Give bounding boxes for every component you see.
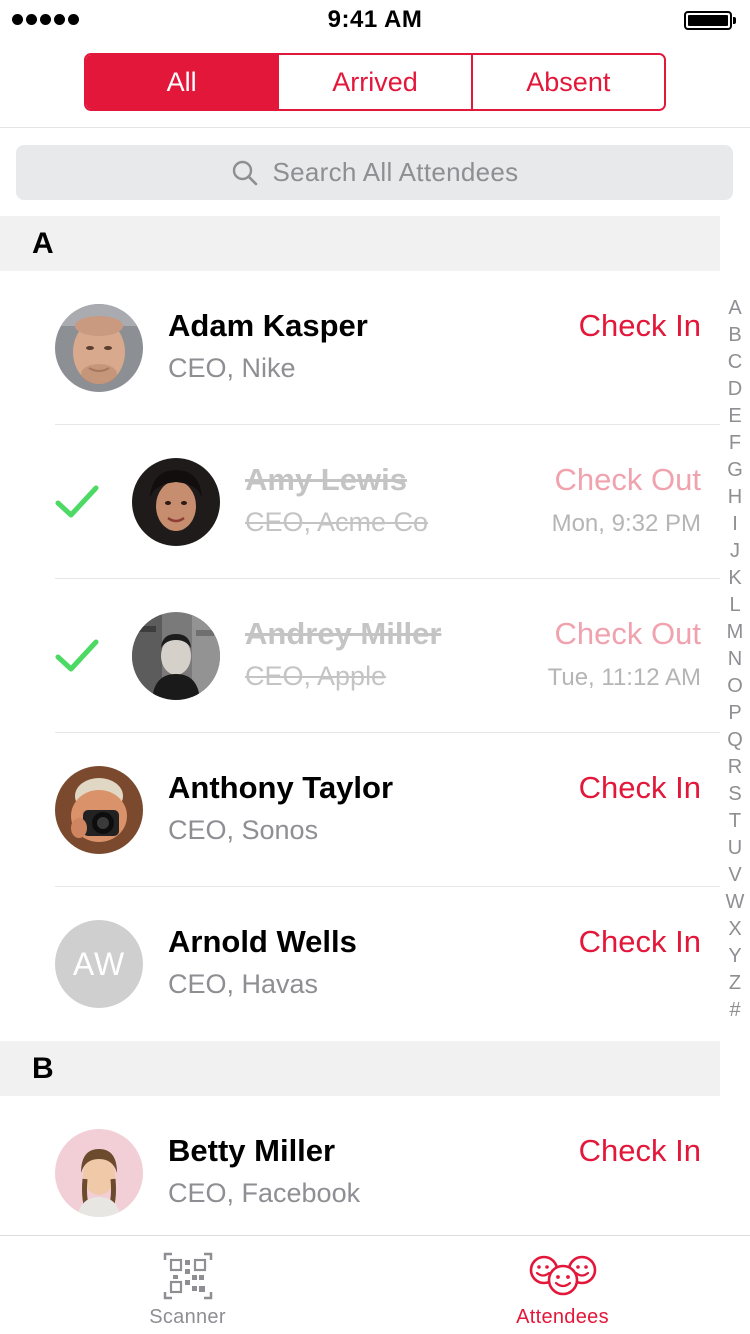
index-letter[interactable]: F <box>729 430 741 457</box>
attendee-name: Adam Kasper <box>168 308 368 343</box>
status-time: 9:41 AM <box>327 6 423 33</box>
index-letter[interactable]: # <box>729 997 740 1024</box>
tab-label: Attendees <box>516 1306 609 1328</box>
filter-tab-arrived[interactable]: Arrived <box>277 55 471 109</box>
index-letter[interactable]: T <box>729 808 741 835</box>
attendee-title: CEO, Havas <box>168 969 319 999</box>
status-bar: 9:41 AM <box>0 0 750 40</box>
check-in-time: Mon, 9:32 PM <box>551 510 701 537</box>
index-letter[interactable]: X <box>728 916 741 943</box>
index-letter[interactable]: W <box>726 889 745 916</box>
index-letter[interactable]: N <box>728 646 742 673</box>
attendee-name: Betty Miller <box>168 1133 336 1168</box>
search-icon <box>231 159 259 187</box>
check-out-button[interactable]: Check Out <box>555 616 701 652</box>
index-letter[interactable]: H <box>728 484 742 511</box>
avatar <box>55 766 143 854</box>
filter-tab-absent[interactable]: Absent <box>470 55 664 109</box>
avatar <box>132 458 220 546</box>
index-letter[interactable]: U <box>728 835 742 862</box>
index-letter[interactable]: P <box>728 700 741 727</box>
avatar <box>55 1129 143 1217</box>
attendee-name: Andrey Miller <box>245 616 442 651</box>
index-letter[interactable]: J <box>730 538 740 565</box>
tab-scanner[interactable]: Scanner <box>0 1236 375 1334</box>
index-letter[interactable]: S <box>728 781 741 808</box>
index-letter[interactable]: I <box>732 511 738 538</box>
attendee-row[interactable]: AW Arnold Wells CEO, Havas Check In <box>0 887 720 1041</box>
check-in-button[interactable]: Check In <box>579 924 701 960</box>
index-letter[interactable]: V <box>728 862 741 889</box>
alphabet-index[interactable]: A B C D E F G H I J K L M N O P Q R S T … <box>720 295 750 1024</box>
index-letter[interactable]: M <box>727 619 744 646</box>
check-in-button[interactable]: Check In <box>579 770 701 806</box>
index-letter[interactable]: Y <box>728 943 741 970</box>
index-letter[interactable]: L <box>729 592 740 619</box>
index-letter[interactable]: Q <box>727 727 743 754</box>
index-letter[interactable]: R <box>728 754 742 781</box>
check-out-button[interactable]: Check Out <box>555 462 701 498</box>
checkmark-icon <box>55 482 99 522</box>
qr-code-icon <box>152 1250 224 1302</box>
index-letter[interactable]: D <box>728 376 742 403</box>
tab-bar: Scanner Attendees <box>0 1235 750 1334</box>
index-letter[interactable]: Z <box>729 970 741 997</box>
attendee-name: Arnold Wells <box>168 924 357 959</box>
avatar <box>55 304 143 392</box>
battery-icon <box>684 11 736 30</box>
header-divider <box>0 127 750 128</box>
filter-tab-all[interactable]: All <box>86 55 278 109</box>
attendee-title: CEO, Sonos <box>168 815 319 845</box>
avatar <box>132 612 220 700</box>
checkmark-icon <box>55 636 99 676</box>
search-placeholder: Search All Attendees <box>272 157 519 187</box>
filter-segmented-control: All Arrived Absent <box>84 53 666 111</box>
check-in-time: Tue, 11:12 AM <box>547 664 701 691</box>
attendee-row[interactable]: Adam Kasper CEO, Nike Check In <box>0 271 720 425</box>
index-letter[interactable]: C <box>728 349 742 376</box>
attendee-title: CEO, Nike <box>168 353 296 383</box>
attendee-row[interactable]: Betty Miller CEO, Facebook Check In <box>0 1096 720 1250</box>
section-header-b: B <box>0 1041 720 1096</box>
attendee-row[interactable]: Amy Lewis CEO, Acme Co Check Out Mon, 9:… <box>0 425 720 579</box>
index-letter[interactable]: A <box>728 295 741 322</box>
avatar-initials: AW <box>55 920 143 1008</box>
search-field[interactable]: Search All Attendees <box>16 145 733 200</box>
index-letter[interactable]: G <box>727 457 743 484</box>
tab-attendees[interactable]: Attendees <box>375 1236 750 1334</box>
attendee-row[interactable]: Andrey Miller CEO, Apple Check Out Tue, … <box>0 579 720 733</box>
attendee-title: CEO, Apple <box>245 661 387 691</box>
index-letter[interactable]: B <box>728 322 741 349</box>
attendee-title: CEO, Acme Co <box>245 507 429 537</box>
section-header-a: A <box>0 216 720 271</box>
index-letter[interactable]: E <box>728 403 741 430</box>
attendees-icon <box>527 1250 599 1302</box>
check-in-button[interactable]: Check In <box>579 1133 701 1169</box>
attendee-row[interactable]: Anthony Taylor CEO, Sonos Check In <box>0 733 720 887</box>
index-letter[interactable]: K <box>728 565 741 592</box>
attendee-name: Amy Lewis <box>245 462 407 497</box>
attendee-name: Anthony Taylor <box>168 770 394 805</box>
attendee-title: CEO, Facebook <box>168 1178 361 1208</box>
check-in-button[interactable]: Check In <box>579 308 701 344</box>
index-letter[interactable]: O <box>727 673 743 700</box>
tab-label: Scanner <box>149 1306 226 1328</box>
